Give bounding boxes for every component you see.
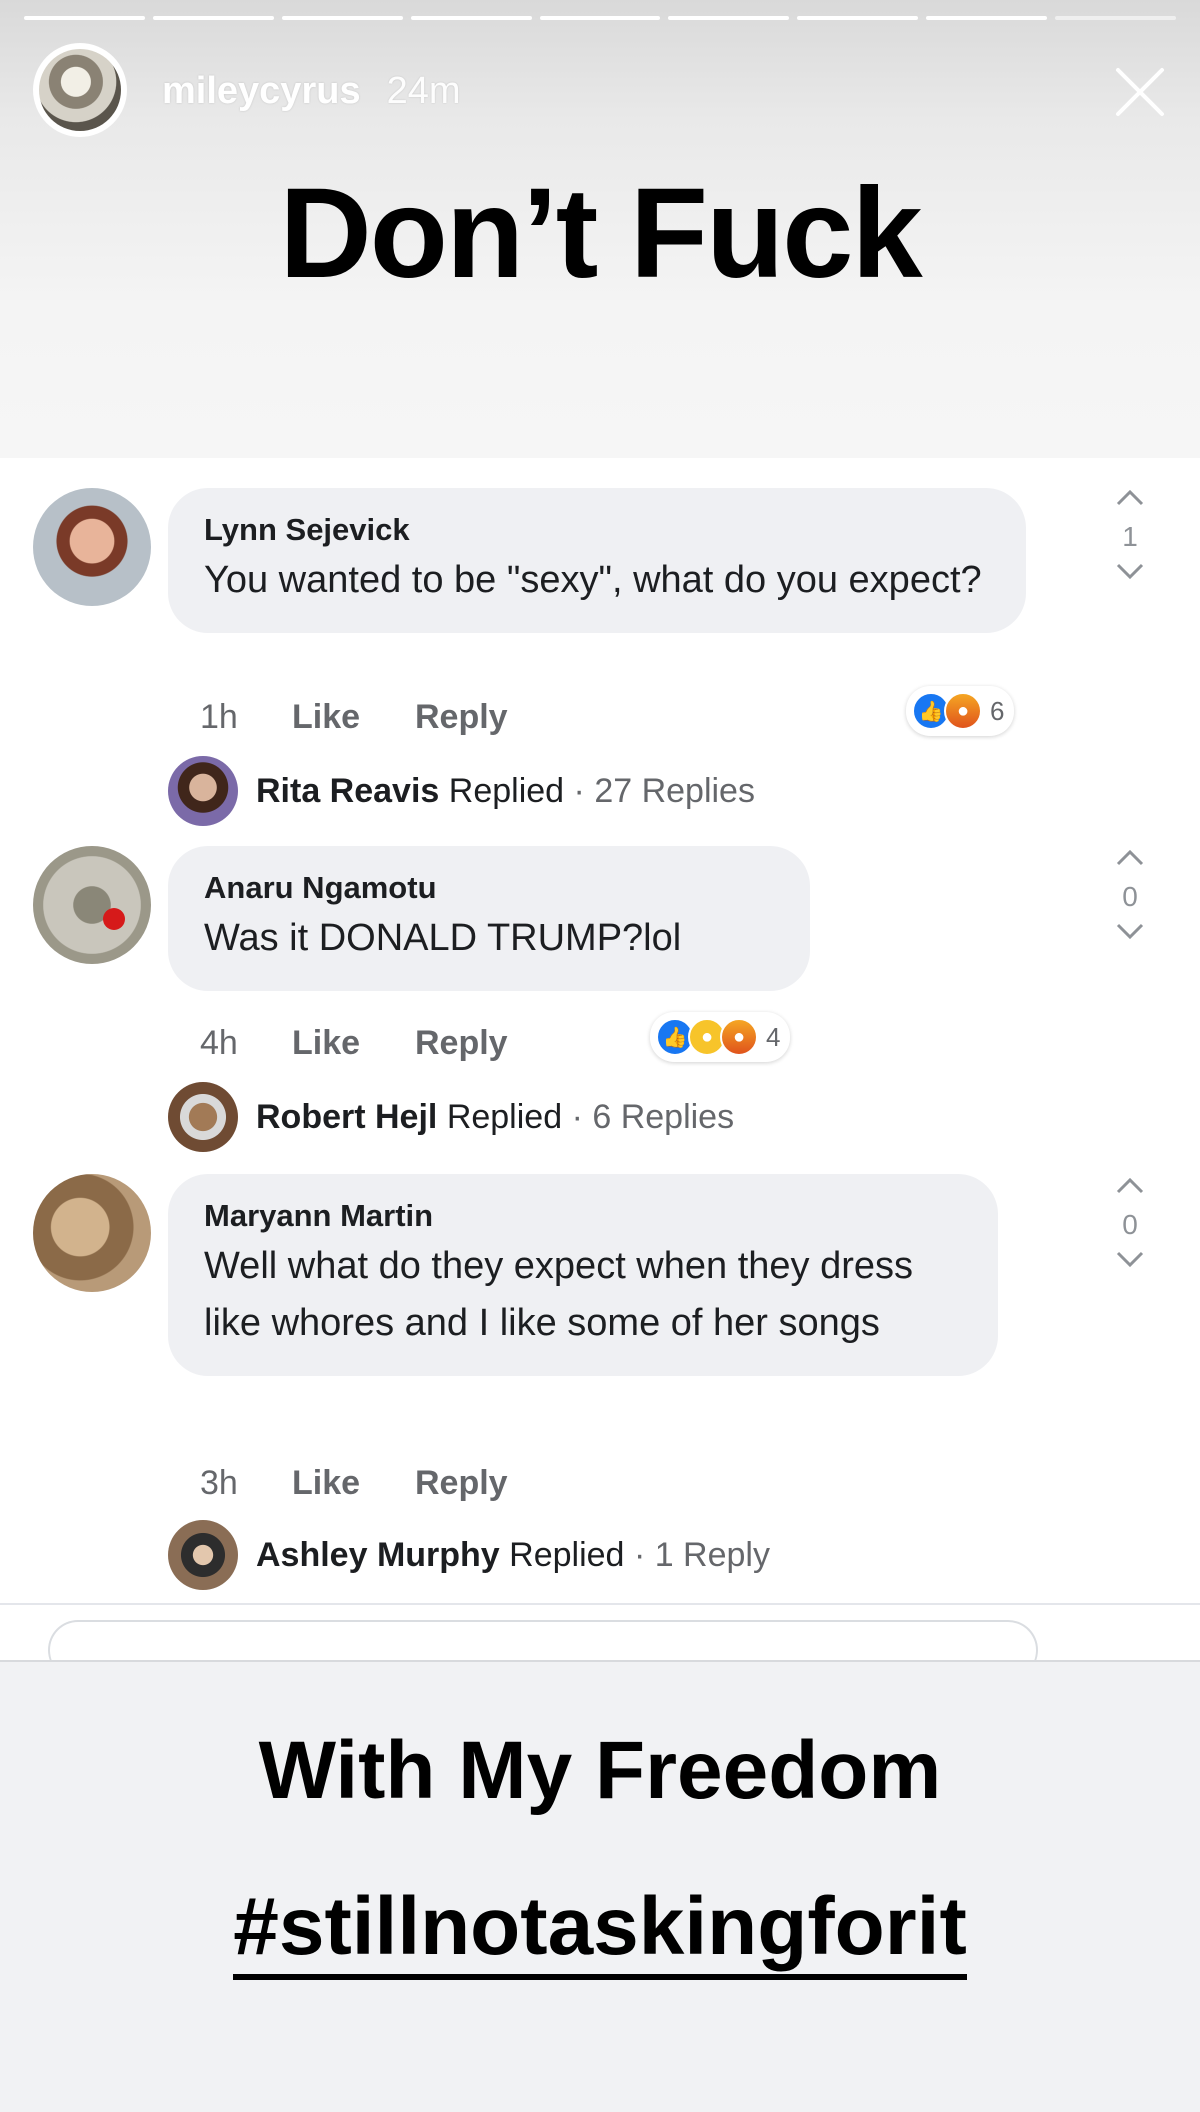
hashtag-link[interactable]: #stillnotaskingforit <box>233 1881 967 1980</box>
like-button[interactable]: Like <box>292 698 415 737</box>
like-button[interactable]: Like <box>292 1024 415 1063</box>
comment-author[interactable]: Lynn Sejevick <box>204 512 990 548</box>
commenter-avatar[interactable] <box>33 488 151 606</box>
comment-actions: 1h Like Reply <box>200 698 508 737</box>
replies-summary[interactable]: Ashley Murphy Replied · 1 Reply <box>168 1520 770 1590</box>
comment-author[interactable]: Maryann Martin <box>204 1198 962 1234</box>
replies-summary[interactable]: Robert Hejl Replied · 6 Replies <box>168 1082 734 1152</box>
close-icon[interactable] <box>1110 62 1170 122</box>
replier-name: Ashley Murphy <box>256 1535 500 1574</box>
story-caption-card: With My Freedom #stillnotaskingforit <box>0 1660 1200 2112</box>
vote-count: 1 <box>1122 521 1138 552</box>
comment-text: Well what do they expect when they dress… <box>204 1245 914 1344</box>
replied-label: Replied <box>448 771 565 810</box>
progress-segment <box>926 16 1048 20</box>
vote-count: 0 <box>1122 1209 1138 1240</box>
commenter-avatar[interactable] <box>33 1174 151 1292</box>
reply-count: · 6 Replies <box>571 1097 735 1136</box>
story-avatar[interactable] <box>33 43 127 137</box>
reply-button[interactable]: Reply <box>415 1464 508 1503</box>
reply-button[interactable]: Reply <box>415 1024 508 1063</box>
comment-bubble: Lynn Sejevick You wanted to be "sexy", w… <box>168 488 1026 633</box>
angry-reaction-icon: ● <box>944 692 982 730</box>
comment-bubble: Maryann Martin Well what do they expect … <box>168 1174 998 1376</box>
replies-summary[interactable]: Rita Reavis Replied · 27 Replies <box>168 756 755 826</box>
comment-text: Was it DONALD TRUMP?lol <box>204 917 682 959</box>
replier-name: Robert Hejl <box>256 1097 438 1136</box>
story-timestamp: 24m <box>386 70 461 112</box>
story-progress <box>24 16 1177 20</box>
chevron-down-icon[interactable] <box>1110 1247 1150 1271</box>
progress-segment <box>539 16 661 20</box>
avatar-image <box>39 49 121 131</box>
progress-segment <box>668 16 790 20</box>
reply-avatar <box>168 756 238 826</box>
chevron-down-icon[interactable] <box>1110 919 1150 943</box>
reaction-summary[interactable]: 👍 ● ● 4 <box>650 1012 791 1062</box>
chevron-down-icon[interactable] <box>1110 559 1150 583</box>
story-headline-top: Don’t Fuck <box>279 162 922 305</box>
hashtag: #stillnotaskingforit <box>0 1880 1200 1980</box>
reply-button[interactable]: Reply <box>415 698 508 737</box>
story-headline-bottom: With My Freedom <box>258 1725 942 1816</box>
progress-segment <box>24 16 145 20</box>
reaction-count: 4 <box>766 1021 781 1052</box>
comment-actions: 3h Like Reply <box>200 1464 508 1503</box>
reaction-count: 6 <box>990 695 1005 726</box>
comments-screenshot: Lynn Sejevick You wanted to be "sexy", w… <box>0 458 1200 1658</box>
replied-label: Replied <box>509 1535 625 1574</box>
comment-author[interactable]: Anaru Ngamotu <box>204 870 774 906</box>
vote-control: 1 <box>1100 486 1160 588</box>
progress-segment <box>281 16 403 20</box>
comment-actions: 4h Like Reply <box>200 1024 508 1063</box>
chevron-up-icon[interactable] <box>1110 1174 1150 1198</box>
reply-count: · 27 Replies <box>573 771 755 810</box>
comment-time: 4h <box>200 1024 238 1062</box>
progress-segment <box>410 16 532 20</box>
story-username[interactable]: mileycyrus <box>162 70 361 113</box>
replier-name: Rita Reavis <box>256 771 440 810</box>
commenter-avatar[interactable] <box>33 846 151 964</box>
comment-time: 1h <box>200 698 238 736</box>
reply-count: · 1 Reply <box>633 1535 770 1574</box>
story-user-info: mileycyrus 24m <box>162 70 461 113</box>
progress-segment <box>1055 16 1177 20</box>
reply-avatar <box>168 1082 238 1152</box>
angry-reaction-icon: ● <box>720 1018 758 1056</box>
poppy-icon <box>103 908 125 930</box>
comment-text: You wanted to be "sexy", what do you exp… <box>204 559 982 601</box>
progress-segment <box>152 16 274 20</box>
reply-avatar <box>168 1520 238 1590</box>
composer-divider <box>0 1603 1200 1605</box>
vote-control: 0 <box>1100 1174 1160 1276</box>
like-button[interactable]: Like <box>292 1464 415 1503</box>
comment-bubble: Anaru Ngamotu Was it DONALD TRUMP?lol <box>168 846 810 991</box>
vote-control: 0 <box>1100 846 1160 948</box>
story-header: mileycyrus 24m Don’t Fuck <box>0 0 1200 458</box>
comment-time: 3h <box>200 1464 238 1502</box>
chevron-up-icon[interactable] <box>1110 846 1150 870</box>
reaction-summary[interactable]: 👍 ● 6 <box>906 686 1015 736</box>
replied-label: Replied <box>446 1097 563 1136</box>
progress-segment <box>797 16 919 20</box>
chevron-up-icon[interactable] <box>1110 486 1150 510</box>
vote-count: 0 <box>1122 881 1138 912</box>
